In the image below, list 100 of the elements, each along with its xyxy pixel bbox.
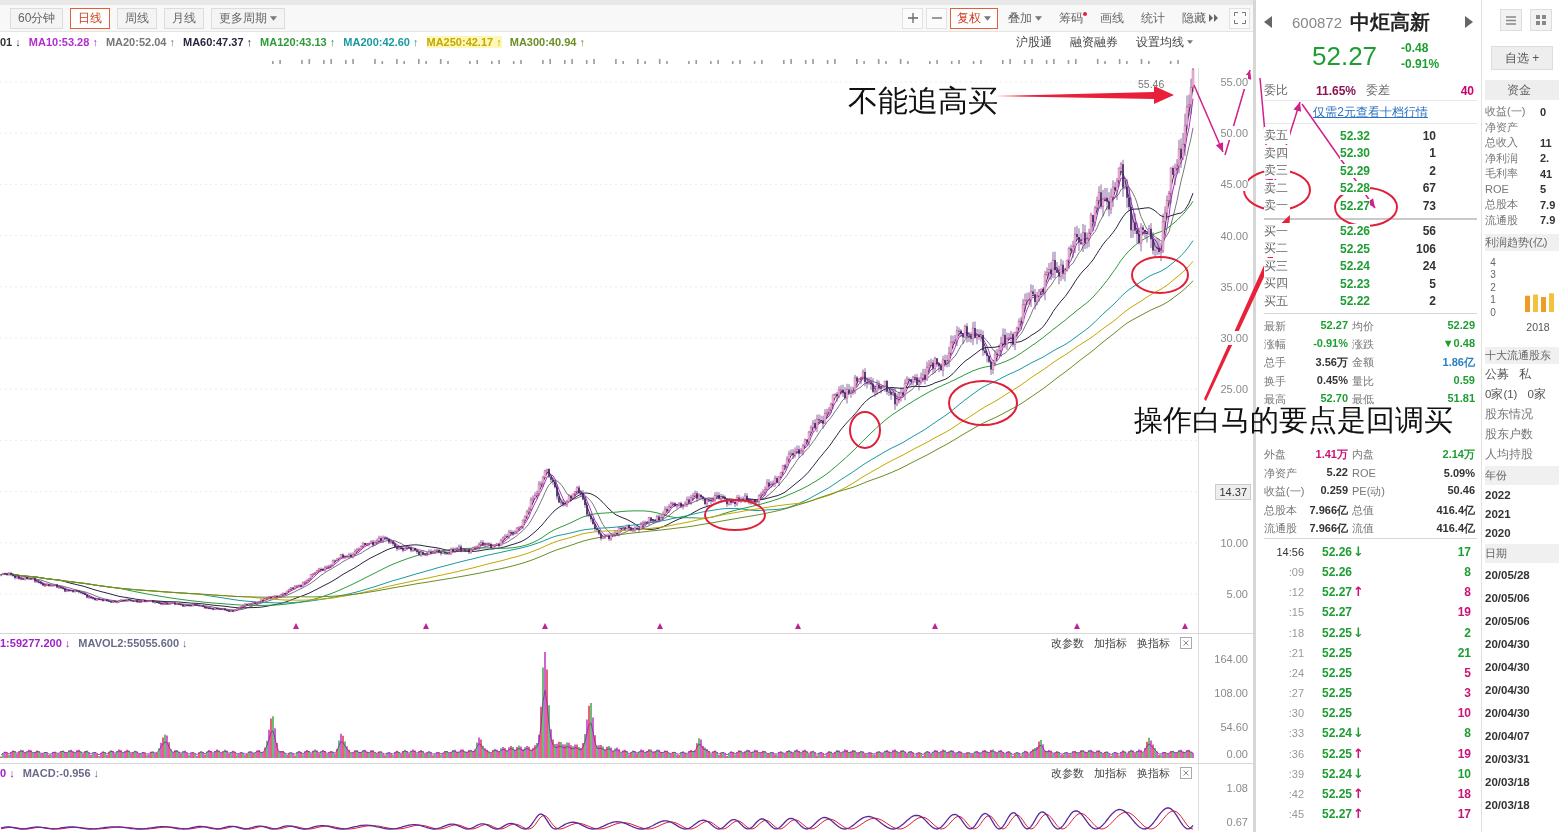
profile-value: 41 — [1540, 167, 1553, 180]
bid-volume: 5 — [1428, 276, 1436, 291]
ask-volume: 2 — [1428, 163, 1436, 178]
stat-label: 金额 — [1352, 355, 1374, 371]
caret-down-icon — [1035, 15, 1042, 21]
tick-price: 52.25 — [1322, 665, 1353, 680]
bid-volume: 106 — [1414, 241, 1436, 256]
stat-label: 涨幅 — [1264, 337, 1286, 353]
period-tab[interactable]: 更多周期 — [211, 7, 286, 29]
tick-volume: 2 — [1464, 625, 1472, 640]
date-cell-text: 20/04/30 — [1485, 636, 1531, 652]
stat-label: 收益(一) — [1264, 484, 1305, 500]
stock-code: 600872 — [1292, 13, 1343, 31]
annotation-text: 操作白马的要点是回调买 — [1134, 406, 1453, 435]
chart-option-link[interactable]: 设置均线 — [1136, 34, 1193, 50]
tick-price: 52.26 — [1322, 565, 1353, 579]
price-axis-label: 55.00 — [1220, 75, 1248, 89]
last-price: 52.27 — [1312, 40, 1378, 72]
close-button[interactable] — [1180, 767, 1192, 779]
stat-value: 0.59 — [1453, 373, 1475, 388]
caret-down-icon — [1187, 40, 1193, 44]
plus-icon — [907, 13, 918, 23]
toolbar-button[interactable]: 画线 — [1093, 7, 1131, 29]
trend-arrow: ↑ — [1353, 585, 1364, 600]
toolbar-button[interactable]: 复权 — [950, 7, 998, 29]
stat-value: ▼0.48 — [1442, 337, 1475, 352]
tick-price: 52.27 — [1322, 605, 1353, 620]
bid-volume: 2 — [1428, 294, 1436, 309]
tick-price: 52.25 — [1322, 686, 1353, 701]
shareholder-link[interactable]: 股东户数 — [1485, 424, 1559, 444]
tick-price: 52.25 — [1322, 787, 1353, 802]
stat-label: 涨跌 — [1352, 337, 1374, 353]
axis-tick-label: 2 — [1490, 281, 1496, 293]
date-cell-text: 20/05/06 — [1485, 613, 1531, 629]
period-tab[interactable]: 月线 — [164, 7, 205, 29]
ma-legend-label: MA250:42.17 ↑ — [426, 36, 502, 48]
indicator-option-link[interactable]: 换指标 — [1137, 635, 1170, 651]
ma-legend-label: MA20:52.04 ↑ — [105, 36, 175, 48]
stat-value: 416.4亿 — [1436, 502, 1475, 518]
price-change: -0.48 — [1401, 40, 1430, 56]
ma-legend-label: MA300:40.94 ↑ — [509, 36, 585, 48]
indicator-option-link[interactable]: 加指标 — [1094, 765, 1127, 781]
indicator-option-link[interactable]: 改参数 — [1051, 765, 1084, 781]
toolbar-button[interactable]: 筹码 — [1052, 7, 1090, 29]
fullscreen-button[interactable] — [1229, 7, 1250, 29]
indicator-option-link[interactable]: 换指标 — [1137, 765, 1170, 781]
chart-option-link[interactable]: 沪股通 — [1016, 34, 1052, 50]
stat-value: 3.56万 — [1315, 355, 1348, 371]
ask-volume: 73 — [1421, 198, 1436, 213]
toolbar-button[interactable]: 叠加 — [1001, 7, 1049, 29]
toolbar-button[interactable]: 统计 — [1134, 7, 1172, 29]
macd-axis-label: 0.67 — [1226, 815, 1248, 829]
stat-label: 内盘 — [1352, 447, 1374, 463]
period-tab[interactable]: 周线 — [117, 7, 158, 29]
zoom-out-button[interactable] — [926, 7, 947, 29]
profile-label: 净利润 — [1485, 150, 1519, 166]
date-cell-text: 20/04/30 — [1485, 682, 1531, 698]
caret-left-icon[interactable] — [1264, 16, 1272, 28]
add-to-watchlist-button[interactable]: 自选 + — [1491, 46, 1553, 70]
period-tab[interactable]: 日线 — [70, 7, 111, 29]
stat-value: 52.27 — [1320, 318, 1348, 333]
panel-tab[interactable]: 资金 — [1485, 80, 1559, 100]
stat-label: 总股本 — [1264, 502, 1297, 518]
list-view-button[interactable] — [1500, 9, 1522, 31]
bid-level-label: 买一 — [1264, 222, 1290, 240]
price-axis-label: 45.00 — [1220, 177, 1248, 192]
price-axis-label: 50.00 — [1220, 126, 1248, 141]
tick-time: :21 — [1287, 646, 1304, 659]
level2-quote-link[interactable]: 仅需2元查看十档行情 — [1313, 103, 1428, 121]
shareholder-link[interactable]: 人均持股 — [1485, 444, 1559, 464]
stat-label: 外盘 — [1264, 447, 1286, 463]
indicator-option-link[interactable]: 改参数 — [1051, 635, 1084, 651]
stat-value: 1.41万 — [1315, 447, 1348, 463]
ma-legend-label: 01 ↓ — [0, 36, 21, 48]
tick-price: 52.25 — [1322, 645, 1353, 660]
holder-type-label: 公募 — [1485, 366, 1509, 382]
date-cell-text: 20/05/28 — [1485, 567, 1531, 583]
volume-axis-label: 54.60 — [1220, 720, 1248, 734]
toolbar-button[interactable]: 隐藏 — [1175, 7, 1226, 29]
zoom-in-button[interactable] — [902, 7, 923, 29]
bid-volume: 24 — [1421, 259, 1436, 274]
stat-value: 52.29 — [1447, 318, 1475, 333]
period-tab[interactable]: 60分钟 — [10, 7, 64, 29]
indicator-option-link[interactable]: 加指标 — [1094, 635, 1127, 651]
order-ratio-value: 11.65% — [1316, 83, 1358, 98]
tick-time: :39 — [1287, 767, 1304, 780]
close-button[interactable] — [1180, 637, 1192, 649]
stat-value: 5.22 — [1326, 465, 1348, 480]
caret-right-icon[interactable] — [1465, 16, 1473, 28]
chart-option-link[interactable]: 融资融券 — [1070, 34, 1118, 50]
stat-value: 0.45% — [1316, 373, 1348, 388]
axis-tick-label: 2018 — [1526, 321, 1550, 333]
shareholder-link[interactable]: 股东情况 — [1485, 404, 1559, 424]
profile-label: 毛利率 — [1485, 166, 1519, 182]
stat-label: ROE — [1352, 467, 1376, 480]
profile-label: 总股本 — [1485, 197, 1519, 213]
ask-price: 52.32 — [1340, 128, 1370, 143]
grid-view-button[interactable] — [1530, 9, 1552, 31]
ma-legend-label: MA10:53.28 ↑ — [28, 36, 98, 48]
tick-volume: 8 — [1464, 726, 1472, 741]
